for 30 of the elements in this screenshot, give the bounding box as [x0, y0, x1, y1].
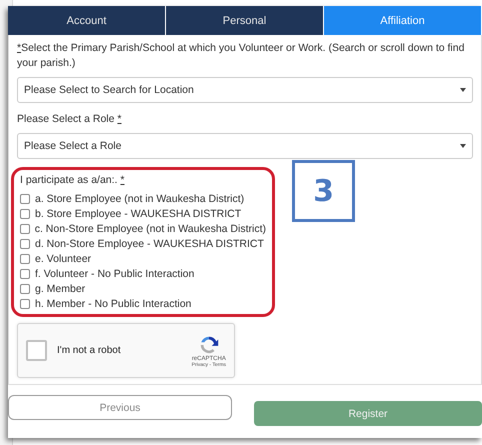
tab[interactable]: Affiliation: [324, 6, 482, 35]
caret-icon: [460, 144, 466, 148]
checkbox[interactable]: [20, 239, 30, 250]
option-label: g. Member: [35, 282, 86, 296]
captcha-label: I'm not a robot: [57, 345, 122, 356]
checkbox[interactable]: [20, 224, 30, 234]
option-label: c. Non-Store Employee (not in Waukesha District): [34, 222, 266, 236]
previous-button[interactable]: Previous: [8, 395, 232, 420]
tab[interactable]: Personal: [166, 6, 324, 35]
checkbox[interactable]: [20, 284, 30, 294]
checkbox[interactable]: [20, 254, 30, 264]
tab[interactable]: Account: [8, 6, 166, 35]
checkbox[interactable]: [20, 269, 30, 280]
option-label: a. Store Employee (not in Waukesha District): [35, 192, 244, 206]
option-label: d. Non-Store Employee - WAUKESHA DISTRICT: [35, 238, 264, 251]
participation-label: I participate as a/an:. *: [20, 173, 126, 188]
step-number: 3: [292, 160, 355, 222]
option-label: e. Volunteer: [35, 252, 92, 266]
location-select[interactable]: Please Select to Search for Location: [17, 77, 473, 103]
option-label: b. Store Employee - WAUKESHA DISTRICT: [35, 208, 242, 221]
option-label: f. Volunteer - No Public Interaction: [35, 268, 194, 281]
checkbox[interactable]: [20, 299, 30, 310]
checkbox[interactable]: [20, 194, 30, 204]
checkbox[interactable]: [20, 209, 30, 220]
location-label: *Select the Primary Parish/School at which you Volunteer or Work. (Search or scroll down to find your parish.): [17, 41, 466, 71]
role-select[interactable]: Please Select a Role: [17, 133, 473, 159]
option-label: h. Member - No Public Interaction: [35, 298, 192, 311]
role-label: Please Select a Role *: [17, 112, 122, 127]
captcha-checkbox[interactable]: [26, 340, 47, 361]
caret-icon: [460, 88, 466, 92]
